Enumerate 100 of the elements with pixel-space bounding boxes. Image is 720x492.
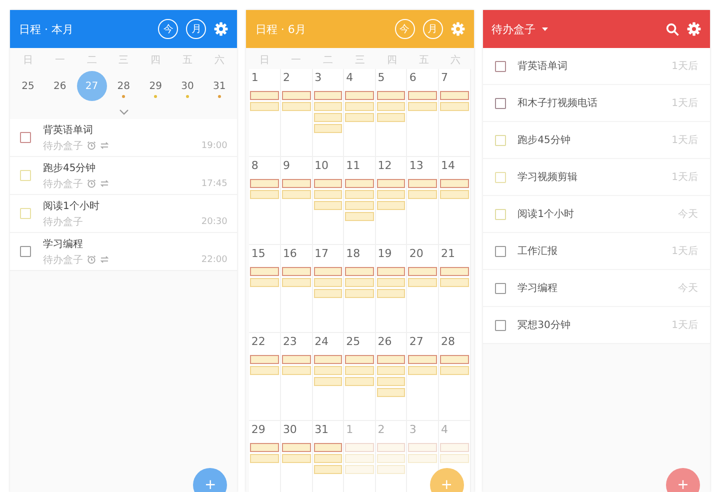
header-button[interactable]: 今 [158, 19, 178, 39]
day-number[interactable]: 11 [344, 159, 375, 179]
checkbox[interactable] [494, 60, 506, 72]
day-number[interactable]: 10 [312, 159, 344, 179]
event-chip[interactable] [314, 190, 342, 199]
event-chip[interactable] [282, 102, 311, 111]
event-chip[interactable] [376, 91, 406, 100]
event-chip[interactable] [314, 267, 342, 276]
day-number[interactable]: 3 [312, 71, 344, 91]
event-chip[interactable] [408, 190, 438, 199]
event-chip[interactable] [314, 443, 342, 452]
event-chip[interactable] [440, 355, 469, 364]
day-number[interactable]: 5 [376, 71, 406, 91]
event-chip[interactable] [314, 377, 342, 386]
event-chip[interactable] [250, 278, 279, 287]
event-chip[interactable] [250, 443, 279, 452]
checkbox[interactable] [20, 246, 31, 257]
checkbox[interactable] [494, 282, 506, 294]
event-chip[interactable] [408, 366, 438, 375]
day-number[interactable]: 16 [280, 247, 312, 267]
event-chip[interactable] [408, 91, 438, 100]
day-number[interactable]: 24 [312, 335, 344, 355]
event-chip[interactable] [345, 102, 374, 111]
event-chip[interactable] [345, 190, 374, 199]
event-chip[interactable] [345, 91, 374, 100]
event-chip[interactable] [376, 289, 406, 298]
event-chip[interactable] [314, 366, 342, 375]
event-chip[interactable] [376, 267, 406, 276]
event-chip[interactable] [376, 366, 406, 375]
event-chip[interactable] [314, 454, 342, 463]
event-chip[interactable] [345, 377, 374, 386]
event-chip[interactable] [408, 102, 438, 111]
event-chip[interactable] [376, 201, 406, 210]
day-number[interactable]: 4 [344, 71, 375, 91]
event-chip[interactable] [345, 113, 374, 122]
day-number[interactable]: 13 [407, 159, 438, 179]
event-chip[interactable] [250, 102, 279, 111]
checkbox[interactable] [20, 132, 31, 143]
event-chip[interactable] [408, 278, 438, 287]
settings-icon[interactable] [450, 22, 465, 36]
event-chip[interactable] [314, 113, 342, 122]
event-chip[interactable] [250, 366, 279, 375]
event-chip[interactable] [250, 190, 279, 199]
event-chip[interactable] [345, 355, 374, 364]
checkbox[interactable] [494, 98, 506, 108]
day-number[interactable]: 29 [249, 423, 280, 443]
event-chip[interactable] [345, 278, 374, 287]
event-chip[interactable] [314, 179, 342, 188]
event-chip[interactable] [440, 267, 469, 276]
day-number[interactable]: 14 [439, 159, 470, 179]
event-chip[interactable] [440, 278, 469, 287]
settings-icon[interactable] [686, 22, 701, 36]
event-chip[interactable] [408, 355, 438, 364]
search-icon[interactable] [666, 22, 679, 36]
event-chip[interactable] [282, 179, 311, 188]
day-number[interactable]: 28 [439, 335, 470, 355]
event-chip[interactable] [440, 366, 469, 375]
event-chip[interactable] [282, 190, 311, 199]
day-number[interactable]: 21 [439, 247, 470, 267]
event-chip[interactable] [345, 179, 374, 188]
day-number[interactable]: 9 [280, 159, 312, 179]
date-cell[interactable]: 31 [204, 71, 234, 101]
event-chip[interactable] [345, 267, 374, 276]
day-number[interactable]: 1 [249, 71, 280, 91]
event-chip[interactable] [440, 91, 469, 100]
event-chip[interactable] [314, 91, 342, 100]
event-chip[interactable] [345, 201, 374, 210]
event-chip[interactable] [314, 278, 342, 287]
day-number[interactable]: 27 [407, 335, 438, 355]
event-chip[interactable] [314, 201, 342, 210]
event-chip[interactable] [440, 179, 469, 188]
event-chip[interactable] [282, 454, 311, 463]
event-chip[interactable] [250, 179, 279, 188]
event-chip[interactable] [250, 267, 279, 276]
event-chip[interactable] [314, 289, 342, 298]
event-chip[interactable] [440, 190, 469, 199]
event-chip[interactable] [314, 465, 342, 474]
checkbox[interactable] [494, 320, 506, 330]
event-chip[interactable] [345, 212, 374, 221]
event-chip[interactable] [376, 278, 406, 287]
event-chip[interactable] [282, 366, 311, 375]
day-number[interactable]: 30 [280, 423, 312, 443]
event-chip[interactable] [282, 355, 311, 364]
day-number[interactable]: 12 [376, 159, 406, 179]
event-chip[interactable] [376, 113, 406, 122]
date-cell[interactable]: 26 [44, 71, 75, 101]
event-chip[interactable] [345, 366, 374, 375]
event-chip[interactable] [408, 267, 438, 276]
day-number[interactable]: 26 [376, 335, 406, 355]
event-chip[interactable] [408, 179, 438, 188]
event-chip[interactable] [376, 190, 406, 199]
event-chip[interactable] [282, 443, 311, 452]
day-number[interactable]: 25 [344, 335, 375, 355]
day-number[interactable]: 19 [376, 247, 406, 267]
event-chip[interactable] [376, 388, 406, 397]
day-number[interactable]: 20 [407, 247, 438, 267]
day-number[interactable]: 15 [249, 247, 280, 267]
caret-icon[interactable] [540, 26, 549, 32]
event-chip[interactable] [250, 91, 279, 100]
day-number[interactable]: 7 [439, 71, 470, 91]
